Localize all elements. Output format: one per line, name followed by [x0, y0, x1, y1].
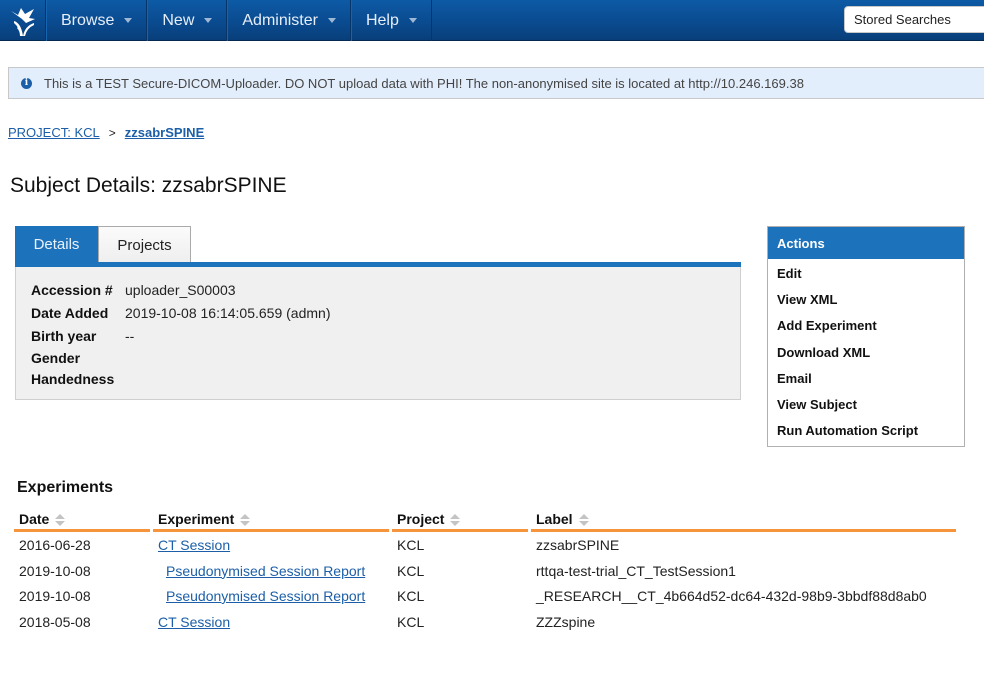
breadcrumb-subject-link[interactable]: zzsabrSPINE: [125, 125, 204, 140]
actions-panel: Actions Edit View XML Add Experiment Dow…: [767, 226, 965, 447]
detail-label: Birth year: [31, 328, 97, 344]
sort-icon: [578, 514, 589, 527]
top-navbar: Browse New Administer Help Stored Search…: [0, 0, 984, 41]
nav-administer-label: Administer: [242, 11, 318, 29]
caret-down-icon: [327, 18, 336, 23]
experiment-link[interactable]: CT Session: [158, 537, 230, 553]
cell-date: 2019-10-08: [19, 588, 91, 604]
nav-help-label: Help: [365, 11, 399, 29]
table-header-row: Date Experiment Project Label: [14, 506, 956, 532]
notice-text: This is a TEST Secure-DICOM-Uploader. DO…: [44, 75, 804, 91]
nav-browse[interactable]: Browse: [46, 0, 148, 41]
detail-label: Gender: [31, 350, 81, 366]
cell-project: KCL: [397, 588, 425, 604]
cell-date: 2018-05-08: [19, 613, 91, 630]
breadcrumb: PROJECT: KCL > zzsabrSPINE: [8, 125, 204, 140]
caret-down-icon: [408, 18, 417, 23]
action-view-subject[interactable]: View Subject: [768, 392, 964, 418]
sort-icon: [450, 514, 461, 527]
tab-projects-label: Projects: [117, 236, 172, 254]
detail-label: Accession #: [31, 282, 113, 298]
experiment-link[interactable]: Pseudonymised Session Report: [166, 588, 365, 604]
detail-value: uploader_S00003: [125, 282, 236, 298]
experiment-link[interactable]: Pseudonymised Session Report: [166, 563, 365, 579]
actions-title: Actions: [768, 227, 964, 259]
action-run-automation-script[interactable]: Run Automation Script: [768, 418, 964, 444]
cell-date: 2019-10-08: [19, 562, 91, 579]
cell-project: KCL: [397, 562, 425, 579]
nav-new[interactable]: New: [147, 0, 228, 41]
detail-value: --: [125, 328, 135, 344]
table-row: 2019-10-08 Pseudonymised Session Report …: [14, 558, 956, 584]
cell-project: KCL: [397, 613, 425, 630]
action-edit[interactable]: Edit: [768, 261, 964, 287]
column-header-label: Experiment: [158, 511, 235, 527]
tab-projects[interactable]: Projects: [98, 226, 191, 263]
column-header-date[interactable]: Date: [14, 506, 150, 532]
xnat-logo[interactable]: [0, 0, 46, 41]
action-view-xml[interactable]: View XML: [768, 287, 964, 313]
nav-new-label: New: [162, 11, 195, 29]
column-header-label: Date: [19, 511, 50, 527]
caret-down-icon: [124, 18, 133, 23]
table-row: 2019-10-08 Pseudonymised Session Report …: [14, 583, 956, 609]
stored-searches-label: Stored Searches: [854, 12, 951, 27]
main-menu: Browse New Administer Help: [46, 0, 432, 41]
detail-label: Handedness: [31, 371, 115, 387]
column-header-experiment[interactable]: Experiment: [153, 506, 389, 532]
tab-details-label: Details: [33, 236, 80, 253]
cell-label: ZZZspine: [536, 613, 596, 630]
sort-icon: [240, 514, 251, 527]
action-add-experiment[interactable]: Add Experiment: [768, 313, 964, 339]
subject-tabs: Details Projects: [15, 226, 191, 263]
nav-administer[interactable]: Administer: [227, 0, 351, 41]
page-title: Subject Details: zzsabrSPINE: [10, 174, 287, 197]
column-header-label: Label: [536, 511, 573, 527]
cell-label: _RESEARCH__CT_4b664d52-dc64-432d-98b9-3b…: [536, 588, 927, 604]
detail-value: 2019-10-08 16:14:05.659 (admn): [125, 305, 331, 321]
experiment-link[interactable]: CT Session: [158, 614, 230, 630]
cell-project: KCL: [397, 537, 425, 553]
table-row: 2016-06-28 CT Session KCL zzsabrSPINE: [14, 532, 956, 558]
sort-icon: [55, 514, 66, 527]
breadcrumb-project-link[interactable]: PROJECT: KCL: [8, 125, 100, 140]
details-panel: Accession # uploader_S00003 Date Added 2…: [15, 267, 741, 400]
breadcrumb-separator: >: [108, 125, 116, 140]
cell-label: rttqa-test-trial_CT_TestSession1: [536, 562, 736, 579]
test-site-notice: i This is a TEST Secure-DICOM-Uploader. …: [8, 67, 984, 99]
action-download-xml[interactable]: Download XML: [768, 340, 964, 366]
caret-down-icon: [204, 18, 213, 23]
experiments-heading: Experiments: [17, 479, 114, 496]
experiments-table: Date Experiment Project Label 2016-06-28…: [14, 506, 956, 634]
nav-browse-label: Browse: [61, 11, 115, 29]
info-icon: i: [21, 77, 32, 89]
detail-label: Date Added: [31, 305, 109, 321]
logo-icon: [10, 7, 35, 36]
actions-list: Edit View XML Add Experiment Download XM…: [768, 259, 964, 444]
column-header-label[interactable]: Label: [531, 506, 956, 532]
action-email[interactable]: Email: [768, 366, 964, 392]
cell-date: 2016-06-28: [19, 537, 91, 553]
nav-help[interactable]: Help: [350, 0, 432, 41]
table-row: 2018-05-08 CT Session KCL ZZZspine: [14, 609, 956, 635]
column-header-project[interactable]: Project: [392, 506, 528, 532]
stored-searches-select[interactable]: Stored Searches: [844, 6, 984, 33]
tab-details[interactable]: Details: [15, 226, 98, 263]
column-header-label: Project: [397, 511, 445, 527]
cell-label: zzsabrSPINE: [536, 537, 620, 553]
